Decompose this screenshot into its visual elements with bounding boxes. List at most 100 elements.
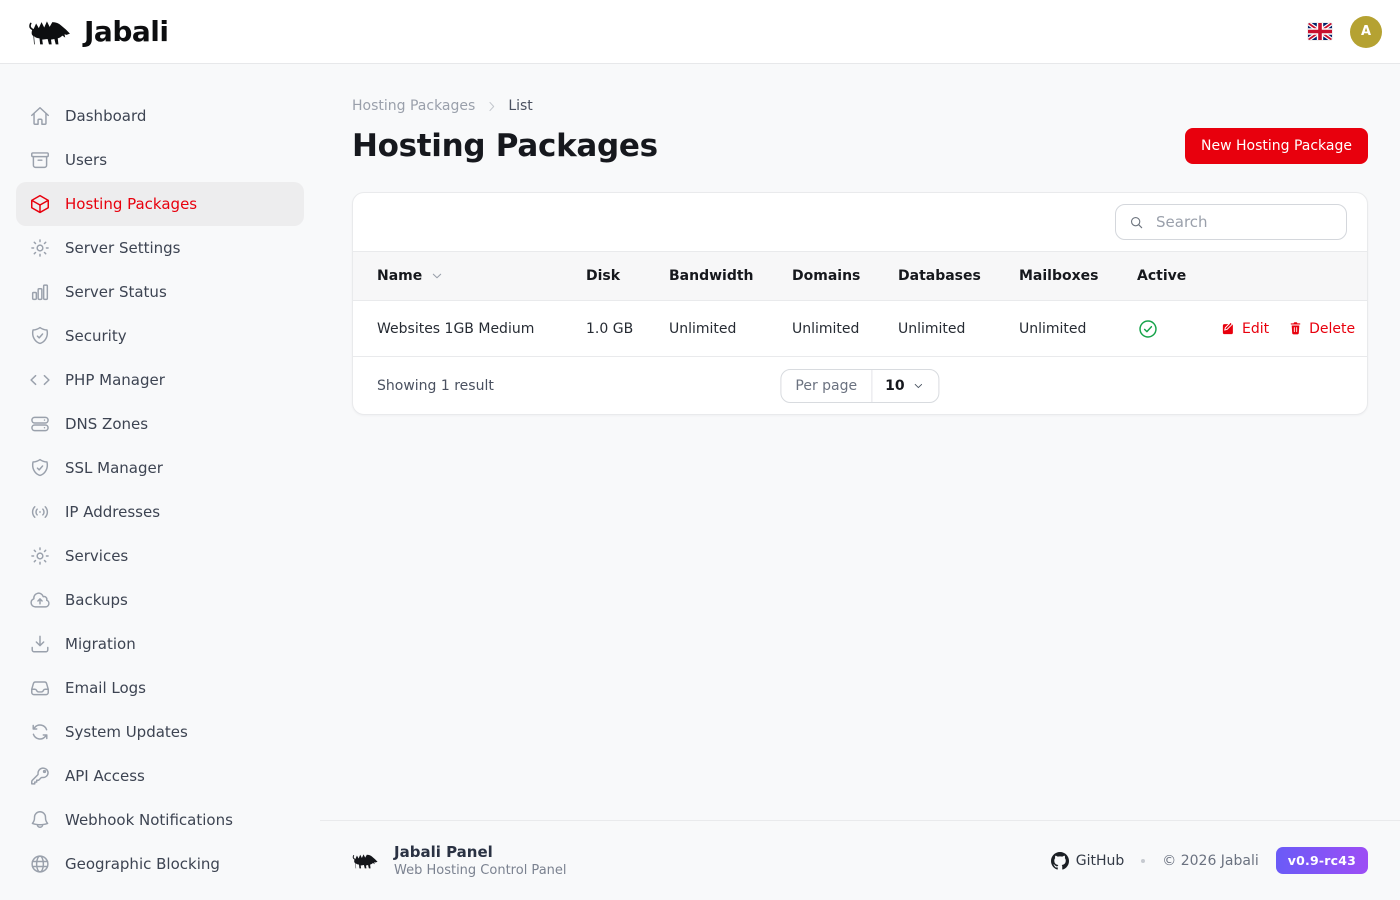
page-title: Hosting Packages <box>352 126 658 166</box>
shield-check-icon <box>29 325 51 347</box>
column-header-bandwidth: Bandwidth <box>669 268 792 284</box>
page-footer: Jabali Panel Web Hosting Control Panel G… <box>320 820 1400 900</box>
sidebar-item-label: API Access <box>65 767 145 785</box>
sidebar-item-ssl-manager[interactable]: SSL Manager <box>16 446 304 490</box>
cloud-up-icon <box>29 589 51 611</box>
refresh-icon <box>29 721 51 743</box>
sidebar-item-server-settings[interactable]: Server Settings <box>16 226 304 270</box>
search-box <box>1115 204 1347 240</box>
sidebar-item-label: Server Status <box>65 283 167 301</box>
sidebar-item-security[interactable]: Security <box>16 314 304 358</box>
per-page-label: Per page <box>781 370 872 402</box>
sidebar-item-api-access[interactable]: API Access <box>16 754 304 798</box>
github-link[interactable]: GitHub <box>1051 852 1125 870</box>
brand-logo[interactable]: Jabali <box>28 15 168 48</box>
sidebar-item-label: Geographic Blocking <box>65 855 220 873</box>
title-row: Hosting Packages New Hosting Package <box>352 126 1368 166</box>
sidebar-item-email-logs[interactable]: Email Logs <box>16 666 304 710</box>
cell-name: Websites 1GB Medium <box>377 321 586 337</box>
per-page-value: 10 <box>885 378 904 394</box>
inbox-icon <box>29 677 51 699</box>
brand-name: Jabali <box>84 15 168 48</box>
footer-brand-text: Jabali Panel Web Hosting Control Panel <box>394 843 567 879</box>
column-header-name[interactable]: Name <box>377 268 586 284</box>
sidebar-item-hosting-packages[interactable]: Hosting Packages <box>16 182 304 226</box>
sidebar-item-ip-addresses[interactable]: IP Addresses <box>16 490 304 534</box>
signal-icon <box>29 501 51 523</box>
column-header-label: Databases <box>898 268 981 284</box>
chevron-down-icon <box>429 268 445 284</box>
github-icon <box>1051 852 1069 870</box>
column-header-mailboxes: Mailboxes <box>1019 268 1137 284</box>
column-header-databases: Databases <box>898 268 1019 284</box>
sidebar-item-label: Services <box>65 547 128 565</box>
per-page-select[interactable]: 10 <box>872 370 938 402</box>
sidebar-item-label: Users <box>65 151 107 169</box>
sidebar-item-server-status[interactable]: Server Status <box>16 270 304 314</box>
sidebar-item-label: Backups <box>65 591 128 609</box>
version-badge: v0.9-rc43 <box>1276 847 1368 874</box>
header-right: A <box>1308 16 1384 48</box>
footer-meta: GitHub © 2026 Jabali v0.9-rc43 <box>1051 847 1368 874</box>
cell-domains: Unlimited <box>792 321 898 337</box>
sidebar-item-backups[interactable]: Backups <box>16 578 304 622</box>
sidebar-item-label: Email Logs <box>65 679 146 697</box>
server-stack-icon <box>29 413 51 435</box>
breadcrumb-hosting-packages[interactable]: Hosting Packages <box>352 98 475 114</box>
sidebar-item-services[interactable]: Services <box>16 534 304 578</box>
sidebar-item-webhook-notifications[interactable]: Webhook Notifications <box>16 798 304 842</box>
edit-button[interactable]: Edit <box>1221 321 1269 337</box>
per-page-control: Per page 10 <box>780 369 939 403</box>
sidebar-item-label: System Updates <box>65 723 188 741</box>
sidebar-item-label: SSL Manager <box>65 459 163 477</box>
avatar[interactable]: A <box>1350 16 1382 48</box>
gear-icon <box>29 237 51 259</box>
cell-disk: 1.0 GB <box>586 321 669 337</box>
card-toolbar <box>353 193 1367 251</box>
column-header-label: Mailboxes <box>1019 268 1098 284</box>
boar-logo-icon <box>28 16 74 48</box>
edit-icon <box>1221 321 1236 336</box>
column-header-label: Active <box>1137 268 1186 284</box>
home-icon <box>29 105 51 127</box>
sidebar-item-system-updates[interactable]: System Updates <box>16 710 304 754</box>
boar-logo-icon <box>352 850 380 871</box>
sidebar-item-users[interactable]: Users <box>16 138 304 182</box>
sidebar-item-migration[interactable]: Migration <box>16 622 304 666</box>
sidebar-item-php-manager[interactable]: PHP Manager <box>16 358 304 402</box>
hosting-packages-card: Name Disk Bandwidth Domains Databases Mailbox… <box>352 192 1368 415</box>
bell-icon <box>29 809 51 831</box>
table-body: Websites 1GB Medium1.0 GBUnlimitedUnlimi… <box>353 301 1367 357</box>
column-header-label: Bandwidth <box>669 268 754 284</box>
column-header-label: Domains <box>792 268 860 284</box>
delete-button[interactable]: Delete <box>1288 321 1355 337</box>
cell-bandwidth: Unlimited <box>669 321 792 337</box>
code-icon <box>29 369 51 391</box>
github-label: GitHub <box>1076 853 1125 869</box>
main-area: Hosting Packages List Hosting Packages N… <box>320 64 1400 900</box>
bar-chart-icon <box>29 281 51 303</box>
footer-brand: Jabali Panel Web Hosting Control Panel <box>352 843 567 879</box>
sidebar-item-dashboard[interactable]: Dashboard <box>16 94 304 138</box>
sidebar-item-label: Security <box>65 327 127 345</box>
cell-mailboxes: Unlimited <box>1019 321 1137 337</box>
table-row: Websites 1GB Medium1.0 GBUnlimitedUnlimi… <box>353 301 1367 357</box>
column-header-active: Active <box>1137 268 1221 284</box>
search-input[interactable] <box>1154 212 1334 232</box>
chevron-down-icon <box>912 379 926 393</box>
sidebar-item-dns-zones[interactable]: DNS Zones <box>16 402 304 446</box>
gear-icon <box>29 545 51 567</box>
sidebar-item-label: Server Settings <box>65 239 180 257</box>
download-icon <box>29 633 51 655</box>
table-footer: Showing 1 result Per page 10 <box>353 357 1367 414</box>
column-header-label: Name <box>377 268 422 284</box>
check-circle-icon <box>1137 318 1221 340</box>
column-header-label: Disk <box>586 268 620 284</box>
new-hosting-package-button[interactable]: New Hosting Package <box>1185 128 1368 164</box>
column-header-domains: Domains <box>792 268 898 284</box>
language-flag-icon[interactable] <box>1308 23 1332 40</box>
sidebar-item-geographic-blocking[interactable]: Geographic Blocking <box>16 842 304 886</box>
copyright: © 2026 Jabali <box>1162 853 1258 869</box>
archive-box-icon <box>29 149 51 171</box>
search-icon <box>1128 214 1145 231</box>
